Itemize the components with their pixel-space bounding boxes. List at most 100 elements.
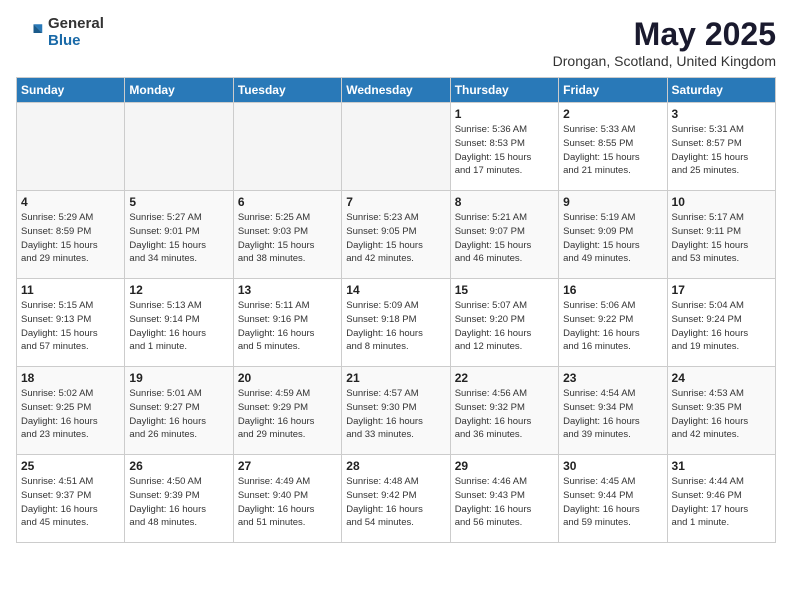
day-info: Sunrise: 5:23 AM Sunset: 9:05 PM Dayligh… (346, 211, 445, 266)
calendar-week-row: 11 Sunrise: 5:15 AM Sunset: 9:13 PM Dayli… (17, 279, 776, 367)
calendar-day-cell: 7 Sunrise: 5:23 AM Sunset: 9:05 PM Daylig… (342, 191, 450, 279)
day-number: 15 (455, 283, 554, 297)
calendar-day-cell: 30 Sunrise: 4:45 AM Sunset: 9:44 PM Dayli… (559, 455, 667, 543)
day-info: Sunrise: 5:01 AM Sunset: 9:27 PM Dayligh… (129, 387, 228, 442)
page-header: General Blue May 2025 Drongan, Scotland,… (16, 16, 776, 69)
day-number: 14 (346, 283, 445, 297)
logo: General Blue (16, 16, 104, 49)
calendar-day-cell: 25Sunrise: 4:51 AM Sunset: 9:37 PM Dayli… (17, 455, 125, 543)
day-info: Sunrise: 4:51 AM Sunset: 9:37 PM Dayligh… (21, 475, 120, 530)
day-number: 19 (129, 371, 228, 385)
calendar-week-row: 1Sunrise: 5:36 AM Sunset: 8:53 PM Daylig… (17, 103, 776, 191)
location: Drongan, Scotland, United Kingdom (553, 53, 776, 69)
day-number: 24 (672, 371, 771, 385)
calendar-day-cell: 3 Sunrise: 5:31 AM Sunset: 8:57 PM Daylig… (667, 103, 775, 191)
day-number: 5 (129, 195, 228, 209)
column-header-monday: Monday (125, 78, 233, 103)
column-header-wednesday: Wednesday (342, 78, 450, 103)
calendar-day-cell: 20 Sunrise: 4:59 AM Sunset: 9:29 PM Dayli… (233, 367, 341, 455)
day-number: 28 (346, 459, 445, 473)
logo-text: General Blue (48, 16, 104, 49)
day-info: Sunrise: 5:25 AM Sunset: 9:03 PM Dayligh… (238, 211, 337, 266)
title-block: May 2025 Drongan, Scotland, United Kingd… (553, 16, 776, 69)
calendar-day-cell: 24 Sunrise: 4:53 AM Sunset: 9:35 PM Dayli… (667, 367, 775, 455)
column-header-sunday: Sunday (17, 78, 125, 103)
day-info: Sunrise: 5:13 AM Sunset: 9:14 PM Dayligh… (129, 299, 228, 354)
calendar-day-cell: 29 Sunrise: 4:46 AM Sunset: 9:43 PM Dayli… (450, 455, 558, 543)
calendar-day-cell: 12Sunrise: 5:13 AM Sunset: 9:14 PM Dayli… (125, 279, 233, 367)
column-header-thursday: Thursday (450, 78, 558, 103)
day-info: Sunrise: 5:06 AM Sunset: 9:22 PM Dayligh… (563, 299, 662, 354)
month-title: May 2025 (553, 16, 776, 53)
day-info: Sunrise: 4:44 AM Sunset: 9:46 PM Dayligh… (672, 475, 771, 530)
day-info: Sunrise: 4:54 AM Sunset: 9:34 PM Dayligh… (563, 387, 662, 442)
calendar-header-row: SundayMondayTuesdayWednesdayThursdayFrid… (17, 78, 776, 103)
day-info: Sunrise: 4:48 AM Sunset: 9:42 PM Dayligh… (346, 475, 445, 530)
logo-icon (16, 19, 44, 47)
calendar-day-cell: 26 Sunrise: 4:50 AM Sunset: 9:39 PM Dayli… (125, 455, 233, 543)
day-number: 17 (672, 283, 771, 297)
calendar-day-cell: 18Sunrise: 5:02 AM Sunset: 9:25 PM Dayli… (17, 367, 125, 455)
day-number: 2 (563, 107, 662, 121)
calendar-day-cell (17, 103, 125, 191)
day-info: Sunrise: 5:21 AM Sunset: 9:07 PM Dayligh… (455, 211, 554, 266)
day-info: Sunrise: 5:36 AM Sunset: 8:53 PM Dayligh… (455, 123, 554, 178)
calendar-day-cell: 17 Sunrise: 5:04 AM Sunset: 9:24 PM Dayli… (667, 279, 775, 367)
column-header-saturday: Saturday (667, 78, 775, 103)
day-info: Sunrise: 5:19 AM Sunset: 9:09 PM Dayligh… (563, 211, 662, 266)
calendar-day-cell: 5 Sunrise: 5:27 AM Sunset: 9:01 PM Daylig… (125, 191, 233, 279)
calendar-day-cell (125, 103, 233, 191)
day-number: 27 (238, 459, 337, 473)
day-number: 9 (563, 195, 662, 209)
calendar-day-cell: 10 Sunrise: 5:17 AM Sunset: 9:11 PM Dayli… (667, 191, 775, 279)
calendar-day-cell: 8 Sunrise: 5:21 AM Sunset: 9:07 PM Daylig… (450, 191, 558, 279)
calendar-day-cell: 22Sunrise: 4:56 AM Sunset: 9:32 PM Dayli… (450, 367, 558, 455)
day-info: Sunrise: 5:04 AM Sunset: 9:24 PM Dayligh… (672, 299, 771, 354)
day-number: 13 (238, 283, 337, 297)
day-number: 3 (672, 107, 771, 121)
day-number: 30 (563, 459, 662, 473)
calendar-week-row: 4Sunrise: 5:29 AM Sunset: 8:59 PM Daylig… (17, 191, 776, 279)
day-number: 16 (563, 283, 662, 297)
day-number: 7 (346, 195, 445, 209)
day-number: 10 (672, 195, 771, 209)
day-info: Sunrise: 5:27 AM Sunset: 9:01 PM Dayligh… (129, 211, 228, 266)
calendar-day-cell: 31Sunrise: 4:44 AM Sunset: 9:46 PM Dayli… (667, 455, 775, 543)
day-info: Sunrise: 5:11 AM Sunset: 9:16 PM Dayligh… (238, 299, 337, 354)
day-info: Sunrise: 5:09 AM Sunset: 9:18 PM Dayligh… (346, 299, 445, 354)
day-info: Sunrise: 5:17 AM Sunset: 9:11 PM Dayligh… (672, 211, 771, 266)
calendar-day-cell (233, 103, 341, 191)
day-info: Sunrise: 4:53 AM Sunset: 9:35 PM Dayligh… (672, 387, 771, 442)
calendar-day-cell: 2 Sunrise: 5:33 AM Sunset: 8:55 PM Daylig… (559, 103, 667, 191)
calendar-day-cell: 1Sunrise: 5:36 AM Sunset: 8:53 PM Daylig… (450, 103, 558, 191)
calendar-week-row: 18Sunrise: 5:02 AM Sunset: 9:25 PM Dayli… (17, 367, 776, 455)
logo-general: General (48, 16, 104, 33)
calendar-week-row: 25Sunrise: 4:51 AM Sunset: 9:37 PM Dayli… (17, 455, 776, 543)
day-info: Sunrise: 5:29 AM Sunset: 8:59 PM Dayligh… (21, 211, 120, 266)
day-info: Sunrise: 4:59 AM Sunset: 9:29 PM Dayligh… (238, 387, 337, 442)
column-header-tuesday: Tuesday (233, 78, 341, 103)
calendar-day-cell: 13 Sunrise: 5:11 AM Sunset: 9:16 PM Dayli… (233, 279, 341, 367)
day-number: 20 (238, 371, 337, 385)
calendar-day-cell: 23Sunrise: 4:54 AM Sunset: 9:34 PM Dayli… (559, 367, 667, 455)
day-number: 8 (455, 195, 554, 209)
day-info: Sunrise: 5:33 AM Sunset: 8:55 PM Dayligh… (563, 123, 662, 178)
day-info: Sunrise: 5:31 AM Sunset: 8:57 PM Dayligh… (672, 123, 771, 178)
day-info: Sunrise: 5:15 AM Sunset: 9:13 PM Dayligh… (21, 299, 120, 354)
day-number: 26 (129, 459, 228, 473)
calendar-day-cell: 14 Sunrise: 5:09 AM Sunset: 9:18 PM Dayli… (342, 279, 450, 367)
column-header-friday: Friday (559, 78, 667, 103)
day-number: 29 (455, 459, 554, 473)
day-info: Sunrise: 5:07 AM Sunset: 9:20 PM Dayligh… (455, 299, 554, 354)
day-number: 6 (238, 195, 337, 209)
day-info: Sunrise: 4:45 AM Sunset: 9:44 PM Dayligh… (563, 475, 662, 530)
day-number: 21 (346, 371, 445, 385)
day-info: Sunrise: 4:46 AM Sunset: 9:43 PM Dayligh… (455, 475, 554, 530)
day-info: Sunrise: 4:50 AM Sunset: 9:39 PM Dayligh… (129, 475, 228, 530)
day-number: 22 (455, 371, 554, 385)
day-number: 11 (21, 283, 120, 297)
calendar-day-cell: 27Sunrise: 4:49 AM Sunset: 9:40 PM Dayli… (233, 455, 341, 543)
calendar-day-cell: 28 Sunrise: 4:48 AM Sunset: 9:42 PM Dayli… (342, 455, 450, 543)
calendar-day-cell: 19 Sunrise: 5:01 AM Sunset: 9:27 PM Dayli… (125, 367, 233, 455)
calendar-day-cell: 4Sunrise: 5:29 AM Sunset: 8:59 PM Daylig… (17, 191, 125, 279)
